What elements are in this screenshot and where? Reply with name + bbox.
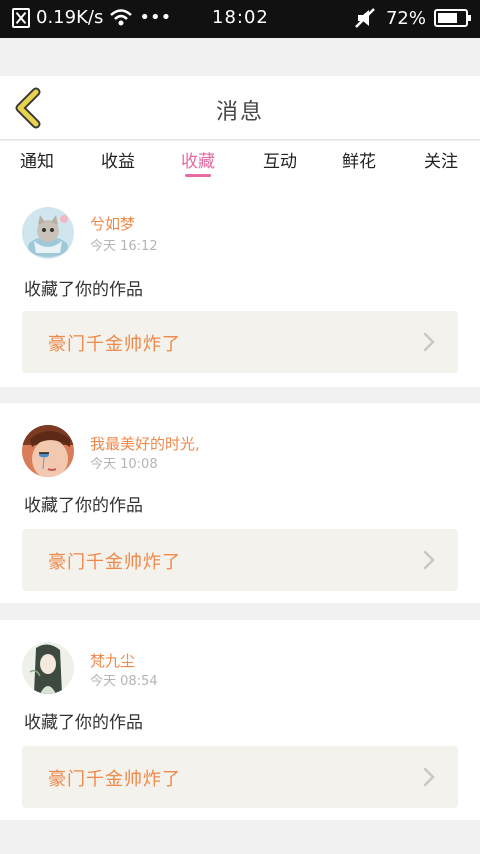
tab-favorites[interactable]: 收藏 [181, 147, 215, 177]
wifi-icon [110, 8, 133, 25]
active-tab-indicator [185, 174, 211, 177]
kitten-avatar[interactable] [22, 207, 74, 259]
message-card: 兮如梦 今天 16:12 收藏了你的作品 豪门千金帅炸了 [0, 189, 480, 387]
chevron-right-icon [423, 767, 435, 787]
tab-flowers[interactable]: 鲜花 [342, 147, 376, 172]
tab-earnings[interactable]: 收益 [101, 147, 135, 172]
message-time: 今天 08:54 [90, 674, 158, 689]
work-link[interactable]: 豪门千金帅炸了 [22, 529, 458, 591]
battery-percent: 72% [385, 7, 426, 29]
user-name[interactable]: 兮如梦 [90, 213, 135, 234]
ink-portrait-avatar[interactable] [22, 642, 74, 694]
status-time: 18:02 [212, 7, 269, 28]
message-time: 今天 10:08 [90, 457, 158, 472]
status-right: 72% [354, 7, 471, 29]
user-name[interactable]: 梵九尘 [90, 650, 135, 671]
page-title: 消息 [215, 100, 264, 125]
tab-label: 收藏 [181, 152, 215, 172]
tab-label: 互动 [263, 152, 297, 172]
work-link[interactable]: 豪门千金帅炸了 [22, 746, 458, 808]
message-card: 我最美好的时光, 今天 10:08 收藏了你的作品 豪门千金帅炸了 [0, 403, 480, 603]
girl-avatar[interactable] [22, 425, 74, 477]
tab-label: 通知 [20, 152, 54, 172]
action-text: 收藏了你的作品 [24, 280, 143, 300]
tab-label: 鲜花 [342, 152, 376, 172]
battery-icon [434, 9, 471, 27]
mute-icon [355, 8, 375, 28]
tab-notifications[interactable]: 通知 [20, 147, 54, 172]
status-left: 0.19K/s ••• [12, 7, 171, 28]
status-bar: 0.19K/s ••• 18:02 72% [0, 0, 480, 38]
user-name[interactable]: 我最美好的时光, [90, 433, 200, 454]
no-sim-icon [12, 7, 30, 28]
chevron-right-icon [423, 332, 435, 352]
tab-label: 收益 [101, 152, 135, 172]
action-text: 收藏了你的作品 [24, 496, 143, 516]
work-title: 豪门千金帅炸了 [48, 552, 181, 573]
tab-interactions[interactable]: 互动 [263, 147, 297, 172]
action-text: 收藏了你的作品 [24, 713, 143, 733]
work-title: 豪门千金帅炸了 [48, 334, 181, 355]
message-card: 梵九尘 今天 08:54 收藏了你的作品 豪门千金帅炸了 [0, 620, 480, 820]
tab-label: 关注 [424, 152, 458, 172]
more-dots-icon: ••• [139, 7, 172, 28]
header-bar: 消息 [0, 76, 480, 140]
tab-follows[interactable]: 关注 [424, 147, 458, 172]
network-speed: 0.19K/s [36, 7, 104, 28]
message-time: 今天 16:12 [90, 239, 158, 254]
work-title: 豪门千金帅炸了 [48, 769, 181, 790]
work-link[interactable]: 豪门千金帅炸了 [22, 311, 458, 373]
tab-bar: 通知 收益 收藏 互动 鲜花 关注 [0, 141, 480, 189]
chevron-right-icon [423, 550, 435, 570]
